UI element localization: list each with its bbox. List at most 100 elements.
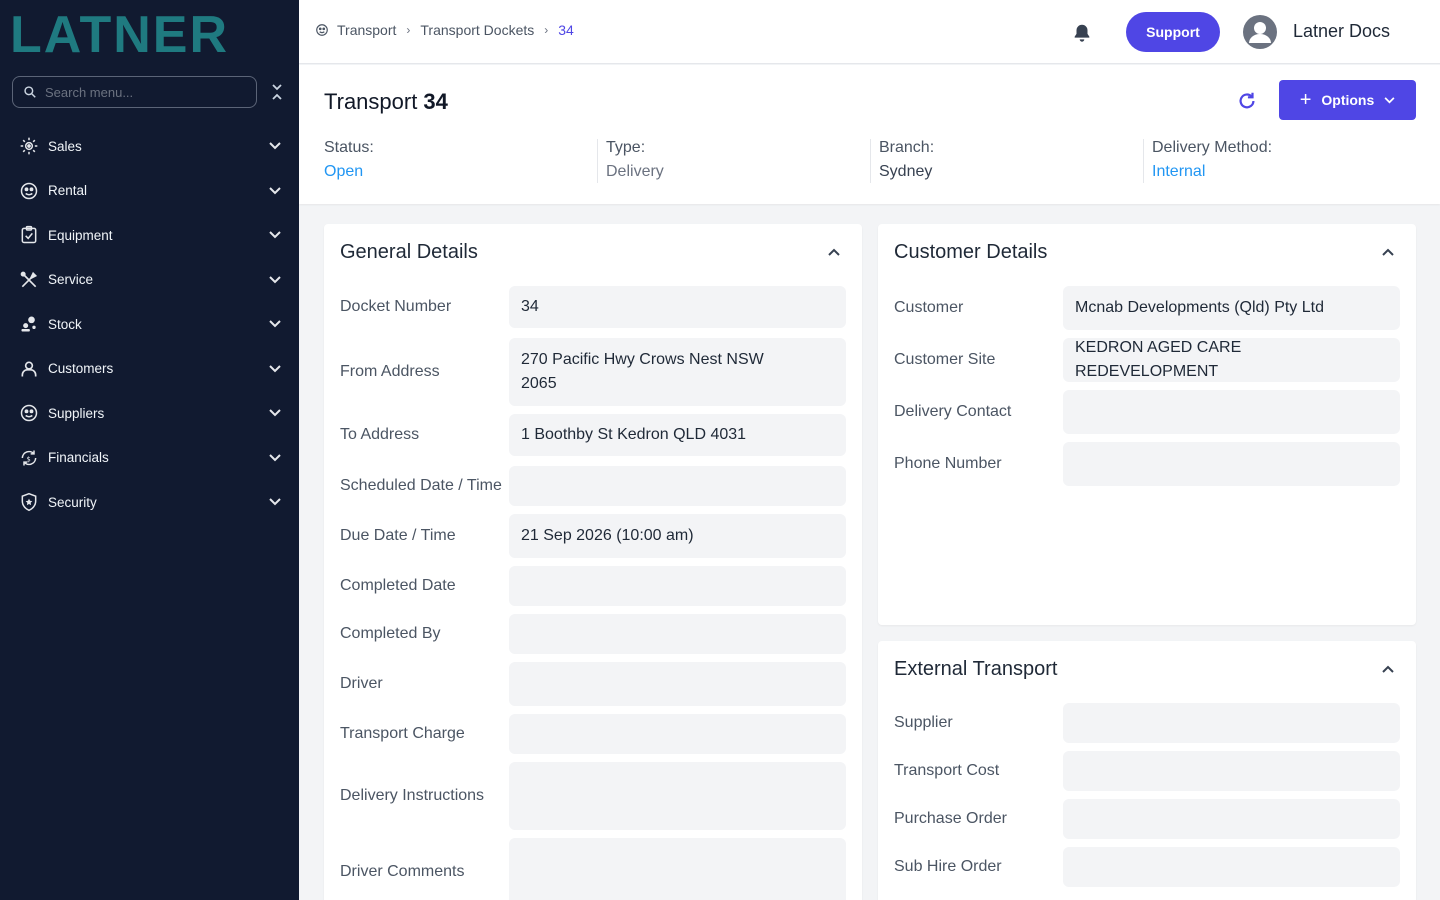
search-icon	[24, 86, 36, 98]
user-avatar-icon[interactable]	[1243, 15, 1277, 49]
support-button[interactable]: Support	[1126, 12, 1220, 52]
field-row-driver: Driver	[340, 662, 846, 706]
sidebar-item-sales[interactable]: Sales	[0, 124, 299, 169]
search-input[interactable]	[45, 84, 235, 100]
stock-icon	[18, 313, 40, 335]
sidebar-item-rental[interactable]: Rental	[0, 169, 299, 214]
chevron-up-icon[interactable]	[824, 242, 844, 262]
breadcrumb-transport[interactable]: Transport	[337, 22, 396, 38]
field-label: Customer	[894, 299, 964, 316]
delivery-instructions-field[interactable]	[509, 762, 846, 830]
chevron-down-icon	[1384, 96, 1395, 103]
suppliers-icon	[18, 402, 40, 424]
sidebar-item-label: Customers	[48, 361, 114, 377]
user-name[interactable]: Latner Docs	[1293, 21, 1390, 42]
field-row-supplier: Supplier	[894, 703, 1400, 743]
card-title: General Details	[340, 241, 478, 263]
sidebar-item-suppliers[interactable]: Suppliers	[0, 391, 299, 436]
sidebar-item-label: Sales	[48, 138, 82, 154]
chevron-up-icon[interactable]	[1378, 659, 1398, 679]
meta-branch: Branch: Sydney	[870, 139, 1143, 183]
due-date-field[interactable]: 21 Sep 2026 (10:00 am)	[509, 514, 846, 558]
refresh-icon[interactable]	[1236, 90, 1258, 112]
sidebar: LATNER Sales Rental Equipment Service	[0, 0, 299, 900]
field-row-due-date: Due Date / Time 21 Sep 2026 (10:00 am)	[340, 514, 846, 558]
sidebar-item-label: Suppliers	[48, 405, 105, 421]
field-label: Driver Comments	[340, 863, 465, 880]
supplier-field[interactable]	[1063, 703, 1400, 743]
chevron-down-icon	[267, 227, 283, 243]
sidebar-search	[12, 76, 257, 108]
transport-charge-field[interactable]	[509, 714, 846, 754]
scheduled-date-field[interactable]	[509, 466, 846, 506]
card-title: External Transport	[894, 658, 1058, 680]
chevron-up-icon[interactable]	[1378, 242, 1398, 262]
field-label: Scheduled Date / Time	[340, 477, 502, 494]
field-row-purchase-order: Purchase Order	[894, 799, 1400, 839]
options-button[interactable]: + Options	[1279, 80, 1416, 120]
sidebar-item-label: Financials	[48, 450, 109, 466]
driver-field[interactable]	[509, 662, 846, 706]
meta-label: Delivery Method:	[1152, 139, 1273, 156]
customer-field[interactable]: Mcnab Developments (Qld) Pty Ltd	[1063, 286, 1400, 330]
to-address-field[interactable]: 1 Boothby St Kedron QLD 4031	[509, 414, 846, 456]
field-row-sub-hire-order: Sub Hire Order	[894, 847, 1400, 887]
field-row-delivery-contact: Delivery Contact	[894, 390, 1400, 434]
field-row-transport-cost: Transport Cost	[894, 751, 1400, 791]
transport-cost-field[interactable]	[1063, 751, 1400, 791]
field-label: Completed Date	[340, 577, 456, 594]
field-row-to-address: To Address 1 Boothby St Kedron QLD 4031	[340, 414, 846, 456]
page-title-text: Transport	[324, 89, 418, 114]
plus-icon: +	[1299, 89, 1312, 111]
completed-by-field[interactable]	[509, 614, 846, 654]
breadcrumb: Transport › Transport Dockets › 34	[315, 22, 574, 38]
options-label: Options	[1321, 92, 1375, 108]
sub-hire-order-field[interactable]	[1063, 847, 1400, 887]
financials-icon: $	[18, 447, 40, 469]
latner-logo[interactable]: LATNER	[10, 8, 280, 58]
delivery-contact-field[interactable]	[1063, 390, 1400, 434]
from-address-field[interactable]: 270 Pacific Hwy Crows Nest NSW 2065	[509, 338, 846, 406]
purchase-order-field[interactable]	[1063, 799, 1400, 839]
chevron-right-icon: ›	[406, 23, 411, 37]
svg-text:$: $	[27, 455, 31, 463]
sidebar-item-label: Equipment	[48, 227, 113, 243]
field-row-docket-number: Docket Number 34	[340, 286, 846, 328]
meta-label: Branch:	[879, 139, 935, 156]
customers-icon	[18, 358, 40, 380]
field-label: Sub Hire Order	[894, 858, 1002, 875]
field-label: Transport Charge	[340, 725, 465, 742]
bell-icon[interactable]	[1071, 22, 1093, 44]
chevron-down-icon	[267, 272, 283, 288]
sidebar-item-service[interactable]: Service	[0, 258, 299, 303]
field-row-from-address: From Address 270 Pacific Hwy Crows Nest …	[340, 338, 846, 406]
field-label: Customer Site	[894, 351, 996, 368]
sidebar-item-financials[interactable]: $ Financials	[0, 436, 299, 481]
breadcrumb-transport-dockets[interactable]: Transport Dockets	[420, 22, 534, 38]
docket-number-title: 34	[423, 89, 448, 114]
breadcrumb-current: 34	[558, 22, 574, 38]
sidebar-item-security[interactable]: Security	[0, 480, 299, 525]
page-title: Transport 34	[324, 89, 448, 115]
field-label: Purchase Order	[894, 810, 1007, 827]
external-transport-card: External Transport Supplier Transport Co…	[878, 641, 1416, 900]
field-row-customer: Customer Mcnab Developments (Qld) Pty Lt…	[894, 286, 1400, 330]
phone-number-field[interactable]	[1063, 442, 1400, 486]
sidebar-item-customers[interactable]: Customers	[0, 347, 299, 392]
driver-comments-field[interactable]	[509, 838, 846, 900]
chevron-down-icon	[267, 405, 283, 421]
sales-icon	[18, 135, 40, 157]
sidebar-item-stock[interactable]: Stock	[0, 302, 299, 347]
chevron-right-icon: ›	[544, 23, 549, 37]
status-value: Open	[324, 163, 364, 180]
field-label: Docket Number	[340, 298, 452, 315]
docket-number-field[interactable]: 34	[509, 286, 846, 328]
completed-date-field[interactable]	[509, 566, 846, 606]
field-label: Due Date / Time	[340, 527, 456, 544]
transport-icon	[316, 24, 328, 36]
customer-site-field[interactable]: KEDRON AGED CARE REDEVELOPMENT	[1063, 338, 1400, 382]
sidebar-item-equipment[interactable]: Equipment	[0, 213, 299, 258]
field-label: Completed By	[340, 625, 441, 642]
type-value: Delivery	[606, 163, 664, 180]
collapse-menu-icon[interactable]	[268, 82, 286, 102]
